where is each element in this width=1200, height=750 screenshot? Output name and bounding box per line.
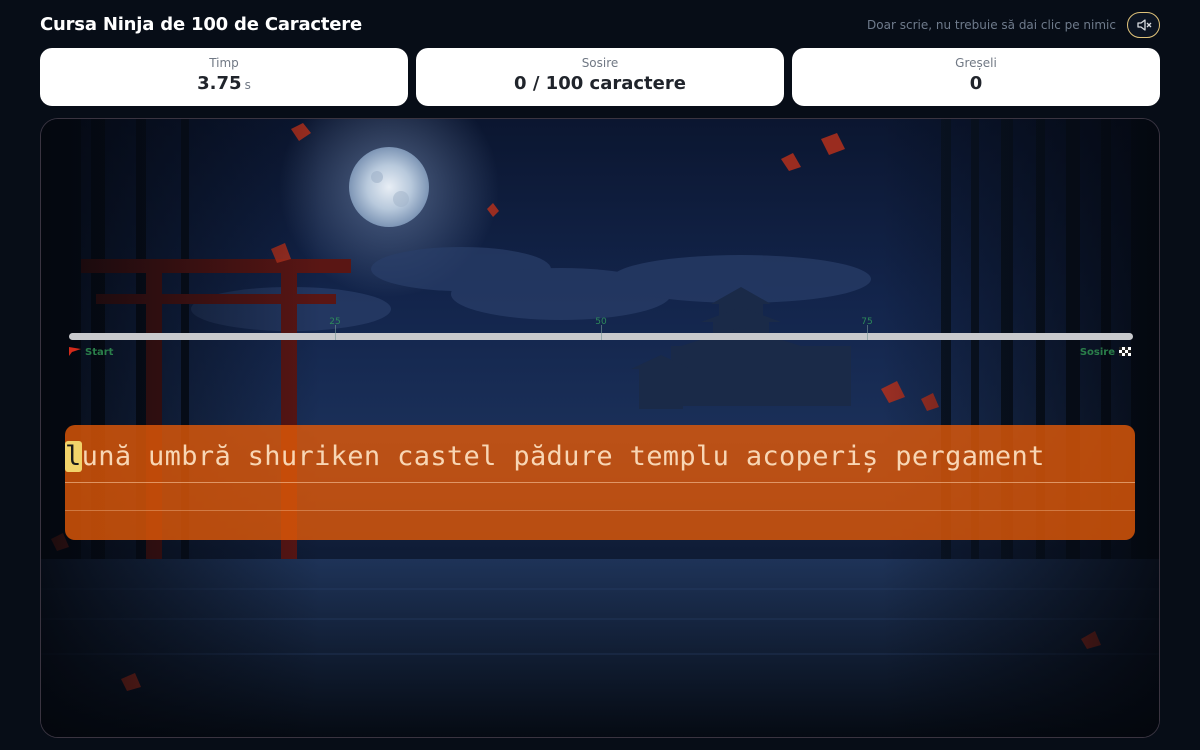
time-stat-card: Timp 3.75 s — [40, 48, 408, 106]
page-title: Cursa Ninja de 100 de Caractere — [40, 14, 362, 35]
red-flag-icon — [69, 347, 81, 356]
progress-track: 25 50 75 — [69, 317, 1133, 340]
tick-label-25: 25 — [329, 317, 341, 327]
sound-toggle-button[interactable] — [1127, 12, 1160, 38]
checkered-flag-icon — [1119, 347, 1131, 356]
finish-track-label: Sosire — [1079, 347, 1115, 358]
tick-label-50: 50 — [595, 317, 607, 327]
tick-75 — [867, 325, 868, 340]
errors-label: Greșeli — [955, 56, 997, 70]
start-label: Start — [85, 347, 114, 358]
errors-value: 0 — [969, 73, 983, 94]
errors-stat-card: Greșeli 0 — [792, 48, 1160, 106]
time-label: Timp — [209, 56, 239, 70]
time-value-row: 3.75 s — [40, 73, 408, 94]
typing-text: lună umbră shuriken castel pădure templu… — [65, 441, 1045, 472]
header: Cursa Ninja de 100 de Caractere Doar scr… — [40, 12, 1160, 40]
time-unit: s — [244, 78, 251, 92]
instruction-hint: Doar scrie, nu trebuie să dai clic pe ni… — [867, 18, 1116, 32]
track-start: Start — [69, 347, 113, 358]
line-separator — [65, 482, 1135, 483]
track-finish: Sosire — [1080, 347, 1131, 358]
current-character: l — [65, 441, 82, 472]
finish-stat-card: Sosire 0 / 100 caractere — [416, 48, 784, 106]
typing-panel: lună umbră shuriken castel pădure templu… — [65, 425, 1135, 540]
remaining-text: ună umbră shuriken castel pădure templu … — [81, 441, 1045, 472]
finish-label: Sosire — [581, 56, 619, 70]
finish-value: 0 / 100 caractere — [514, 73, 686, 94]
tick-25 — [335, 325, 336, 340]
game-scene: 25 50 75 Start Sosire lună umbră shurike… — [40, 118, 1160, 738]
muted-speaker-icon — [1136, 19, 1151, 31]
tick-label-75: 75 — [861, 317, 873, 327]
time-value: 3.75 — [197, 73, 242, 94]
tick-50 — [601, 325, 602, 340]
line-separator — [65, 510, 1135, 511]
